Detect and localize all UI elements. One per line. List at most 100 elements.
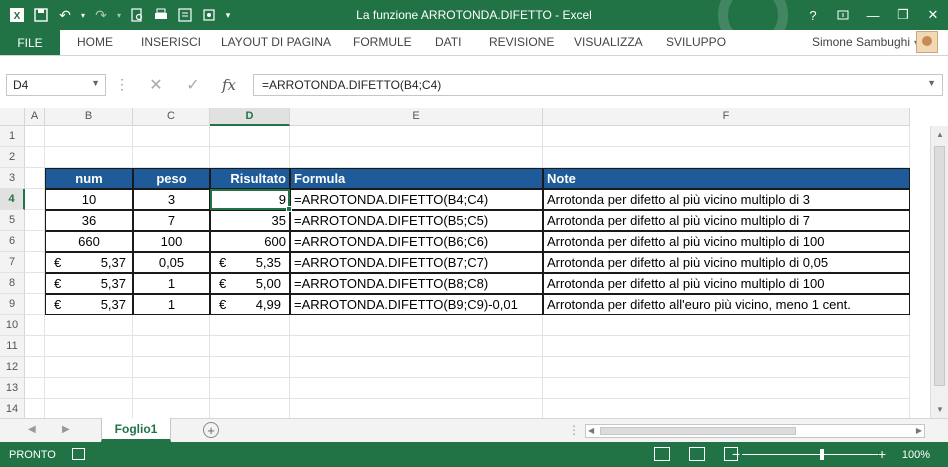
cell-num[interactable]: €5,37 xyxy=(45,273,133,294)
cell-note[interactable]: Arrotonda per difetto all'euro più vicin… xyxy=(543,294,910,315)
restore-button[interactable]: ❐ xyxy=(888,0,918,30)
cell-note[interactable]: Arrotonda per difetto al più vicino mult… xyxy=(543,273,910,294)
select-all-corner[interactable] xyxy=(0,108,25,126)
tab-layout-di-pagina[interactable]: LAYOUT DI PAGINA xyxy=(221,35,331,49)
row-header-6[interactable]: 6 xyxy=(0,231,25,252)
cell-peso[interactable]: 1 xyxy=(133,294,210,315)
split-handle-icon[interactable]: ⋮ xyxy=(568,423,580,437)
normal-view-icon[interactable] xyxy=(654,447,670,461)
cell-risultato[interactable]: 35 xyxy=(210,210,290,231)
cell-formula[interactable]: =ARROTONDA.DIFETTO(B5;C5) xyxy=(290,210,543,231)
tab-formule[interactable]: FORMULE xyxy=(353,35,412,49)
enter-icon[interactable]: ✓ xyxy=(180,74,206,96)
row-header-13[interactable]: 13 xyxy=(0,378,25,399)
cell-peso[interactable]: 0,05 xyxy=(133,252,210,273)
zoom-level[interactable]: 100% xyxy=(902,449,930,461)
table-header-cell[interactable]: peso xyxy=(133,168,210,189)
cell-num[interactable]: €5,37 xyxy=(45,294,133,315)
cell-formula[interactable]: =ARROTONDA.DIFETTO(B9;C9)-0,01 xyxy=(290,294,543,315)
cell-risultato[interactable]: €4,99 xyxy=(210,294,290,315)
cell-peso[interactable]: 1 xyxy=(133,273,210,294)
row-header-14[interactable]: 14 xyxy=(0,399,25,420)
minimize-button[interactable]: — xyxy=(858,0,888,30)
row-header-8[interactable]: 8 xyxy=(0,273,25,294)
cancel-icon[interactable]: ✕ xyxy=(143,74,169,96)
insert-function-icon[interactable]: fx xyxy=(216,74,242,96)
row-header-10[interactable]: 10 xyxy=(0,315,25,336)
tab-sviluppo[interactable]: SVILUPPO xyxy=(666,35,726,49)
zoom-slider-handle[interactable] xyxy=(820,449,824,460)
tab-visualizza[interactable]: VISUALIZZA xyxy=(574,35,643,49)
row-header-11[interactable]: 11 xyxy=(0,336,25,357)
scroll-up-icon[interactable]: ▲ xyxy=(936,130,944,139)
cell-num[interactable]: 10 xyxy=(45,189,133,210)
zoom-slider-track[interactable] xyxy=(742,454,878,455)
column-header-b[interactable]: B xyxy=(45,108,133,126)
help-button[interactable]: ? xyxy=(798,0,828,30)
zoom-out-button[interactable]: − xyxy=(732,446,740,462)
table-header-cell[interactable]: Note xyxy=(543,168,910,189)
row-header-12[interactable]: 12 xyxy=(0,357,25,378)
vertical-scrollbar[interactable]: ▲ ▼ xyxy=(930,126,948,418)
horizontal-scrollbar[interactable]: ◀ ▶ xyxy=(585,424,925,438)
tab-dati[interactable]: DATI xyxy=(435,35,461,49)
column-header-e[interactable]: E xyxy=(290,108,543,126)
tab-revisione[interactable]: REVISIONE xyxy=(489,35,554,49)
table-header-cell[interactable]: Formula xyxy=(290,168,543,189)
scroll-right-icon[interactable]: ▶ xyxy=(916,426,922,435)
tab-inserisci[interactable]: INSERISCI xyxy=(141,35,201,49)
cell-note[interactable]: Arrotonda per difetto al più vicino mult… xyxy=(543,252,910,273)
macro-record-icon[interactable] xyxy=(72,448,85,460)
vertical-scroll-thumb[interactable] xyxy=(934,146,945,386)
cell-num[interactable]: 36 xyxy=(45,210,133,231)
row-header-5[interactable]: 5 xyxy=(0,210,25,231)
name-box[interactable]: D4 ▼ xyxy=(6,74,106,96)
cell-peso[interactable]: 3 xyxy=(133,189,210,210)
cell-peso[interactable]: 7 xyxy=(133,210,210,231)
close-button[interactable]: ✕ xyxy=(918,0,948,30)
row-header-1[interactable]: 1 xyxy=(0,126,25,147)
cell-num[interactable]: €5,37 xyxy=(45,252,133,273)
prev-sheet-icon[interactable]: ◀ xyxy=(28,424,36,435)
cell-risultato[interactable]: €5,35 xyxy=(210,252,290,273)
name-box-dropdown-icon[interactable]: ▼ xyxy=(91,78,100,88)
column-header-c[interactable]: C xyxy=(133,108,210,126)
cell-formula[interactable]: =ARROTONDA.DIFETTO(B7;C7) xyxy=(290,252,543,273)
cell-formula[interactable]: =ARROTONDA.DIFETTO(B8;C8) xyxy=(290,273,543,294)
zoom-in-button[interactable]: + xyxy=(878,446,886,462)
avatar[interactable] xyxy=(916,31,938,53)
resize-handle-icon[interactable]: ⋮ xyxy=(115,76,129,93)
page-layout-view-icon[interactable] xyxy=(689,447,705,461)
table-header-cell[interactable]: num xyxy=(45,168,133,189)
row-header-2[interactable]: 2 xyxy=(0,147,25,168)
horizontal-scroll-thumb[interactable] xyxy=(600,427,796,435)
row-header-3[interactable]: 3 xyxy=(0,168,25,189)
formula-expand-icon[interactable]: ▼ xyxy=(927,78,936,88)
next-sheet-icon[interactable]: ▶ xyxy=(62,424,70,435)
column-header-d[interactable]: D xyxy=(210,108,290,126)
ribbon-display-button[interactable] xyxy=(828,0,858,30)
add-sheet-icon[interactable]: + xyxy=(203,422,219,438)
fill-handle[interactable] xyxy=(286,206,292,212)
sheet-tab-foglio1[interactable]: Foglio1 xyxy=(101,418,171,442)
cell-num[interactable]: 660 xyxy=(45,231,133,252)
table-header-cell[interactable]: Risultato xyxy=(210,168,290,189)
cell-formula[interactable]: =ARROTONDA.DIFETTO(B4;C4) xyxy=(290,189,543,210)
cell-formula[interactable]: =ARROTONDA.DIFETTO(B6;C6) xyxy=(290,231,543,252)
formula-input[interactable]: =ARROTONDA.DIFETTO(B4;C4) ▼ xyxy=(253,74,943,96)
user-name[interactable]: Simone Sambughi xyxy=(812,35,910,49)
row-header-9[interactable]: 9 xyxy=(0,294,25,315)
column-header-a[interactable]: A xyxy=(25,108,45,126)
cell-risultato[interactable]: €5,00 xyxy=(210,273,290,294)
scroll-left-icon[interactable]: ◀ xyxy=(588,426,594,435)
cell-peso[interactable]: 100 xyxy=(133,231,210,252)
active-cell[interactable]: 9 xyxy=(210,189,290,210)
cell-note[interactable]: Arrotonda per difetto al più vicino mult… xyxy=(543,189,910,210)
cell-risultato[interactable]: 600 xyxy=(210,231,290,252)
cell-note[interactable]: Arrotonda per difetto al più vicino mult… xyxy=(543,231,910,252)
row-header-7[interactable]: 7 xyxy=(0,252,25,273)
cell-note[interactable]: Arrotonda per difetto al più vicino mult… xyxy=(543,210,910,231)
tab-file[interactable]: FILE xyxy=(0,30,60,55)
column-header-f[interactable]: F xyxy=(543,108,910,126)
row-header-4[interactable]: 4 xyxy=(0,189,25,210)
